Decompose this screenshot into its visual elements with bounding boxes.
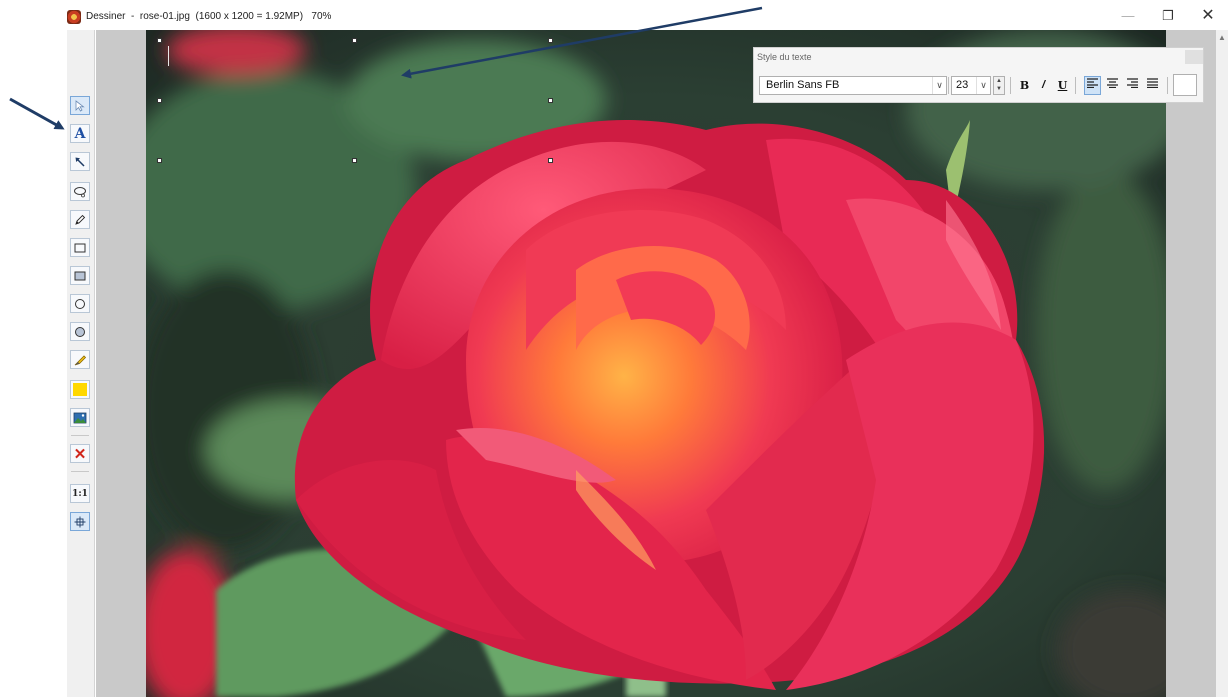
selection-handle[interactable] xyxy=(157,158,162,163)
image-tool[interactable] xyxy=(70,408,90,427)
align-right-button[interactable] xyxy=(1124,76,1141,95)
red-x-icon: ✕ xyxy=(73,445,87,463)
picture-icon xyxy=(73,412,87,423)
font-family-select[interactable]: Berlin Sans FB ∨ xyxy=(759,76,947,95)
select-arrow-tool[interactable] xyxy=(70,96,90,115)
text-color-swatch[interactable] xyxy=(1173,74,1197,96)
toolbar-divider xyxy=(948,77,949,94)
selection-handle[interactable] xyxy=(157,38,162,43)
window-title: Dessiner - rose-01.jpg (1600 x 1200 = 1.… xyxy=(86,11,332,22)
ellipse-outline-tool[interactable] xyxy=(70,294,90,313)
scroll-up-icon[interactable]: ▲ xyxy=(1217,33,1227,43)
pointer-icon xyxy=(75,99,85,112)
panel-close-button[interactable] xyxy=(1185,50,1203,64)
vertical-scrollbar[interactable]: ▲ xyxy=(1216,30,1228,697)
align-center-icon xyxy=(1107,78,1118,89)
chevron-down-icon[interactable]: ∨ xyxy=(932,77,946,94)
font-size-select[interactable]: 23 ∨ xyxy=(951,76,991,95)
chevron-down-icon[interactable]: ∨ xyxy=(976,77,990,94)
selection-handle[interactable] xyxy=(352,158,357,163)
underline-button[interactable]: U xyxy=(1054,76,1071,95)
toolbar-divider xyxy=(1075,77,1076,94)
actual-size-label: 1:1 xyxy=(72,488,88,499)
delete-tool[interactable]: ✕ xyxy=(70,444,90,463)
ellipse-filled-icon xyxy=(75,326,85,337)
fill-color-tool[interactable] xyxy=(70,380,90,399)
rectangle-outline-icon xyxy=(74,243,86,252)
yellow-swatch-icon xyxy=(73,383,87,396)
rose-image xyxy=(146,30,1166,697)
title-bar: Dessiner - rose-01.jpg (1600 x 1200 = 1.… xyxy=(0,0,1228,30)
ellipse-filled-tool[interactable] xyxy=(70,322,90,341)
app-window: Dessiner - rose-01.jpg (1600 x 1200 = 1.… xyxy=(0,0,1228,697)
move-crosshair-icon xyxy=(74,516,86,527)
toolbar-divider xyxy=(1167,77,1168,94)
letter-a-icon: A xyxy=(74,125,86,142)
justify-button[interactable] xyxy=(1144,76,1161,95)
align-left-button[interactable] xyxy=(1084,76,1101,95)
selection-handle[interactable] xyxy=(548,158,553,163)
toolbar-divider xyxy=(1010,77,1011,94)
selection-handle[interactable] xyxy=(352,38,357,43)
bold-button[interactable]: B xyxy=(1016,76,1033,95)
tool-palette: A ✕ 1:1 xyxy=(67,30,95,697)
rectangle-outline-tool[interactable] xyxy=(70,238,90,257)
lasso-icon xyxy=(74,186,86,197)
pencil-tool[interactable] xyxy=(70,210,90,229)
text-style-panel: Style du texte Berlin Sans FB ∨ 23 ∨ ▲ ▼ … xyxy=(753,47,1204,103)
toolbar-divider xyxy=(71,471,89,472)
arrow-tool[interactable] xyxy=(70,152,90,171)
selection-handle[interactable] xyxy=(157,98,162,103)
diagonal-arrow-icon xyxy=(75,157,85,167)
window-margin xyxy=(0,30,67,697)
selection-handle[interactable] xyxy=(548,98,553,103)
ellipse-outline-icon xyxy=(75,298,85,309)
justify-icon xyxy=(1147,78,1158,89)
app-logo-icon xyxy=(67,10,81,24)
fit-tool[interactable] xyxy=(70,512,90,531)
close-button[interactable]: ✕ xyxy=(1188,4,1228,28)
restore-button[interactable]: ❐ xyxy=(1148,4,1188,28)
font-size-value: 23 xyxy=(956,79,969,91)
actual-size-tool[interactable]: 1:1 xyxy=(70,484,90,503)
minimize-button[interactable]: — xyxy=(1108,4,1148,28)
pencil-icon xyxy=(75,214,86,225)
align-left-icon xyxy=(1087,78,1098,89)
align-right-icon xyxy=(1127,78,1138,89)
panel-title: Style du texte xyxy=(757,52,812,62)
rectangle-filled-tool[interactable] xyxy=(70,266,90,285)
highlighter-icon xyxy=(74,354,87,365)
toolbar-divider xyxy=(71,435,89,436)
text-tool[interactable]: A xyxy=(70,124,90,143)
font-family-value: Berlin Sans FB xyxy=(766,79,840,91)
highlighter-tool[interactable] xyxy=(70,350,90,369)
lasso-tool[interactable] xyxy=(70,182,90,201)
rectangle-filled-icon xyxy=(74,271,86,280)
text-caret xyxy=(168,46,169,66)
font-size-spinner[interactable]: ▲ ▼ xyxy=(993,76,1005,95)
align-center-button[interactable] xyxy=(1104,76,1121,95)
rose-photo[interactable] xyxy=(146,30,1166,697)
selection-handle[interactable] xyxy=(548,38,553,43)
italic-button[interactable]: / xyxy=(1035,76,1052,95)
